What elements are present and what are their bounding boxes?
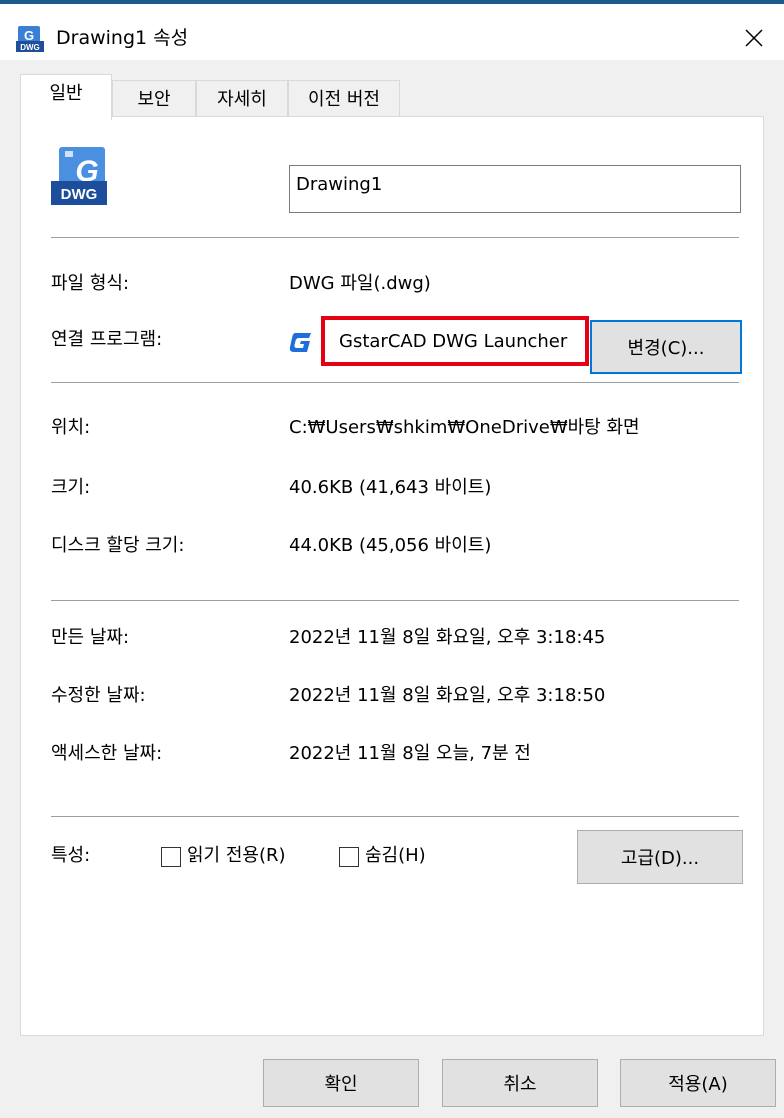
dwg-app-icon: G DWG bbox=[16, 26, 44, 52]
hidden-label[interactable]: 숨김(H) bbox=[365, 843, 426, 869]
svg-text:DWG: DWG bbox=[20, 43, 40, 52]
cancel-button[interactable]: 취소 bbox=[442, 1059, 598, 1107]
file-name-field[interactable] bbox=[289, 165, 741, 213]
opens-with-label: 연결 프로그램: bbox=[51, 329, 163, 350]
tab-details[interactable]: 자세히 bbox=[196, 80, 288, 118]
readonly-label[interactable]: 읽기 전용(R) bbox=[187, 843, 286, 869]
apply-button[interactable]: 적용(A) bbox=[620, 1059, 776, 1107]
title-bar: G DWG Drawing1 속성 bbox=[0, 4, 784, 60]
attributes-label: 특성: bbox=[51, 845, 91, 866]
size-value: 40.6KB (41,643 바이트) bbox=[289, 477, 492, 498]
hidden-checkbox[interactable] bbox=[339, 847, 359, 867]
general-panel: G DWG 파일 형식: DWG 파일(.dwg) 연결 프로그램: Gstar… bbox=[20, 116, 764, 1036]
modified-value: 2022년 11월 8일 화요일, 오후 3:18:50 bbox=[289, 685, 606, 706]
modified-label: 수정한 날짜: bbox=[51, 685, 146, 706]
svg-text:G: G bbox=[24, 28, 34, 43]
tab-general[interactable]: 일반 bbox=[20, 74, 112, 120]
advanced-button[interactable]: 고급(D)... bbox=[577, 830, 743, 884]
readonly-checkbox[interactable] bbox=[161, 847, 181, 867]
opens-with-value: GstarCAD DWG Launcher bbox=[339, 331, 568, 352]
window-title: Drawing1 속성 bbox=[56, 27, 189, 49]
tab-previous-versions[interactable]: 이전 버전 bbox=[288, 80, 400, 118]
file-type-label: 파일 형식: bbox=[51, 273, 130, 294]
close-icon bbox=[745, 29, 763, 47]
accessed-label: 액세스한 날짜: bbox=[51, 743, 163, 764]
gstarcad-icon bbox=[289, 333, 311, 352]
separator bbox=[51, 237, 739, 238]
separator bbox=[51, 600, 739, 601]
size-label: 크기: bbox=[51, 477, 91, 498]
change-button[interactable]: 변경(C)... bbox=[590, 320, 742, 374]
size-on-disk-label: 디스크 할당 크기: bbox=[51, 535, 185, 556]
tab-security[interactable]: 보안 bbox=[112, 80, 196, 118]
separator bbox=[51, 382, 739, 383]
properties-dialog: G DWG Drawing1 속성 일반 보안 자세히 이전 버전 G DWG bbox=[0, 0, 784, 1118]
file-type-value: DWG 파일(.dwg) bbox=[289, 273, 431, 294]
tab-strip: 일반 보안 자세히 이전 버전 bbox=[20, 74, 780, 120]
opens-with-highlight: GstarCAD DWG Launcher bbox=[321, 316, 589, 366]
dwg-file-icon: G DWG bbox=[51, 147, 107, 205]
ok-button[interactable]: 확인 bbox=[263, 1059, 419, 1107]
accessed-value: 2022년 11월 8일 오늘, 7분 전 bbox=[289, 743, 531, 764]
location-label: 위치: bbox=[51, 417, 91, 438]
close-button[interactable] bbox=[730, 16, 778, 60]
created-value: 2022년 11월 8일 화요일, 오후 3:18:45 bbox=[289, 627, 606, 648]
created-label: 만든 날짜: bbox=[51, 627, 130, 648]
location-value: C:₩Users₩shkim₩OneDrive₩바탕 화면 bbox=[289, 417, 640, 438]
size-on-disk-value: 44.0KB (45,056 바이트) bbox=[289, 535, 492, 556]
svg-text:DWG: DWG bbox=[61, 186, 98, 203]
separator bbox=[51, 816, 739, 817]
